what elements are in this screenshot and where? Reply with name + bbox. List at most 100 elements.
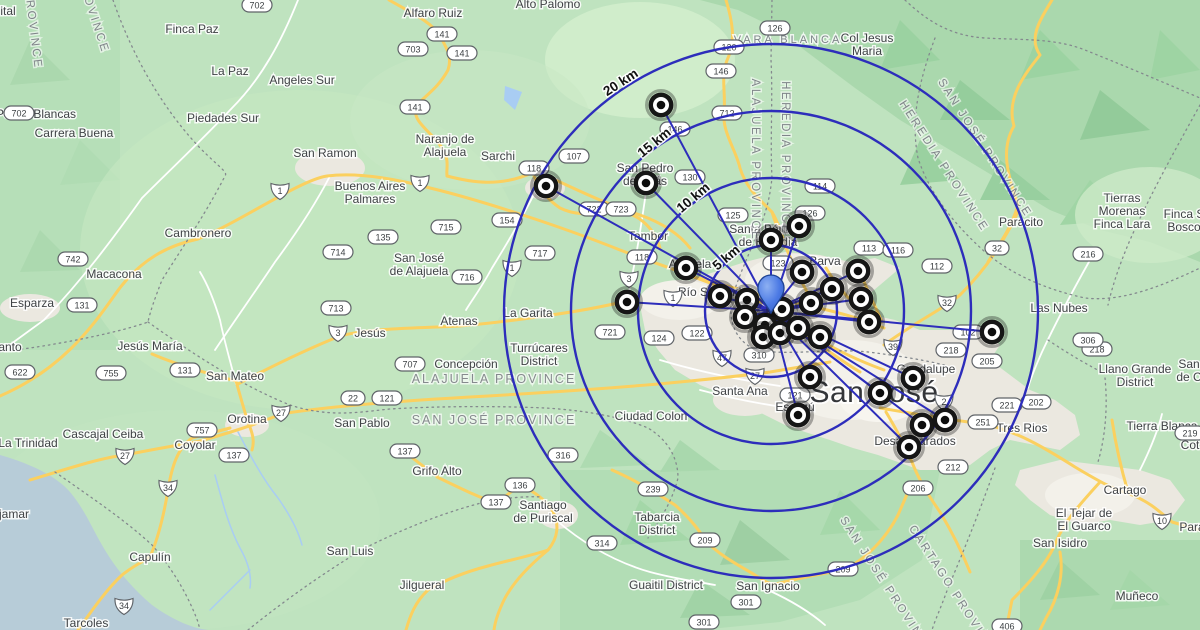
poi-marker[interactable]: [757, 226, 786, 255]
map-viewport[interactable]: Finca PazLa PazAngeles SurPiedades SurPe…: [0, 0, 1200, 630]
place-label: La Garita: [503, 306, 553, 320]
poi-marker[interactable]: [899, 364, 928, 393]
poi-marker[interactable]: [931, 406, 960, 435]
route-shield: 306: [1073, 333, 1103, 347]
place-label: Angeles Sur: [269, 73, 334, 87]
route-shield: 209: [690, 533, 720, 547]
poi-marker[interactable]: [788, 258, 817, 287]
route-shield-number: 212: [945, 462, 960, 472]
poi-marker[interactable]: [855, 308, 884, 337]
route-shield-number: 702: [11, 108, 26, 118]
poi-marker-dot: [988, 328, 997, 337]
route-shield-number: 703: [405, 44, 420, 54]
place-label: Jesús: [354, 326, 385, 340]
route-shield-number: 622: [12, 367, 27, 377]
poi-marker[interactable]: [784, 401, 813, 430]
place-label: Jilgueral: [400, 578, 445, 592]
poi-marker[interactable]: [895, 433, 924, 462]
poi-marker-dot: [642, 179, 651, 188]
route-shield-number: 122: [689, 328, 704, 338]
poi-marker-dot: [905, 443, 914, 452]
route-shield-number: 716: [459, 272, 474, 282]
poi-marker-dot: [716, 292, 725, 301]
place-label: Para: [1179, 520, 1200, 534]
route-shield-number: 301: [696, 617, 711, 627]
route-shield: 755: [96, 366, 126, 380]
route-shield-number: 3: [626, 274, 631, 284]
place-label: Finca Paz: [165, 22, 218, 36]
route-shield-number: 107: [566, 151, 581, 161]
poi-marker[interactable]: [844, 257, 873, 286]
route-shield-number: 702: [249, 0, 264, 10]
route-shield: 137: [390, 444, 420, 458]
route-shield-number: 10: [1157, 516, 1167, 526]
place-label: anto: [0, 340, 22, 354]
place-label: Carrera Buena: [35, 126, 114, 140]
route-shield-number: 723: [613, 204, 628, 214]
map-canvas[interactable]: Finca PazLa PazAngeles SurPiedades SurPe…: [0, 0, 1200, 630]
poi-marker-dot: [795, 222, 804, 231]
poi-marker[interactable]: [647, 91, 676, 120]
poi-marker[interactable]: [613, 288, 642, 317]
poi-marker[interactable]: [532, 172, 561, 201]
route-shield-number: 32: [992, 243, 1002, 253]
poi-marker[interactable]: [632, 169, 661, 198]
place-label: Finca SBosco: [1164, 207, 1200, 234]
poi-marker[interactable]: [796, 363, 825, 392]
route-shield-number: 406: [999, 621, 1014, 630]
place-label: La Paz: [211, 64, 248, 78]
route-shield: 32: [985, 241, 1009, 255]
place-label: Cascajal Ceiba: [63, 427, 144, 441]
route-shield-number: 27: [120, 451, 130, 461]
route-shield: 216: [1073, 247, 1103, 261]
place-label: San Luis: [327, 544, 374, 558]
place-label: Guaitil District: [629, 578, 704, 592]
poi-marker[interactable]: [706, 282, 735, 311]
route-shield-number: 126: [767, 23, 782, 33]
poi-marker[interactable]: [978, 318, 1007, 347]
route-shield: 121: [372, 391, 402, 405]
terrain-facet: [660, 440, 720, 472]
province-label-rotated: ALAJUELA PROVINCE: [749, 79, 761, 242]
poi-marker[interactable]: [785, 212, 814, 241]
route-shield-number: 136: [512, 480, 527, 490]
route-shield-number: 218: [943, 345, 958, 355]
place-label: Sande C: [1176, 357, 1200, 384]
route-shield-number: 206: [910, 483, 925, 493]
poi-marker[interactable]: [797, 289, 826, 318]
route-shield-number: 251: [975, 417, 990, 427]
route-shield-number: 137: [226, 450, 241, 460]
route-shield-number: 221: [999, 400, 1014, 410]
route-shield-number: 125: [725, 210, 740, 220]
route-shield: 714: [323, 245, 353, 259]
place-label: Ciudad Colon: [615, 409, 688, 423]
route-shield-number: 714: [330, 247, 345, 257]
poi-marker-dot: [741, 313, 750, 322]
poi-marker[interactable]: [672, 254, 701, 283]
poi-marker-dot: [854, 267, 863, 276]
poi-marker-dot: [918, 421, 927, 430]
route-shield: 301: [731, 595, 761, 609]
route-shield-number: 130: [682, 172, 697, 182]
poi-marker-dot: [828, 285, 837, 294]
route-shield-number: 131: [177, 365, 192, 375]
route-shield: 126: [760, 21, 790, 35]
route-shield-number: 137: [397, 446, 412, 456]
route-shield-number: 27: [276, 408, 286, 418]
route-shield-number: 713: [328, 303, 343, 313]
place-label: Tarcoles: [64, 616, 109, 630]
route-shield: 316: [548, 448, 578, 462]
poi-marker-dot: [542, 182, 551, 191]
poi-marker[interactable]: [866, 379, 895, 408]
poi-marker-dot: [816, 333, 825, 342]
place-label: Alto Palomo: [516, 0, 581, 11]
place-label: San Pablo: [334, 416, 390, 430]
route-shield-number: 721: [602, 327, 617, 337]
poi-marker[interactable]: [806, 323, 835, 352]
route-shield-number: 34: [119, 601, 129, 611]
poi-marker-dot: [806, 373, 815, 382]
route-shield: 239: [638, 482, 668, 496]
route-shield-number: 131: [74, 300, 89, 310]
province-label-rotated: HEREDIA PROVINCE: [779, 81, 791, 235]
route-shield-number: 141: [407, 102, 422, 112]
